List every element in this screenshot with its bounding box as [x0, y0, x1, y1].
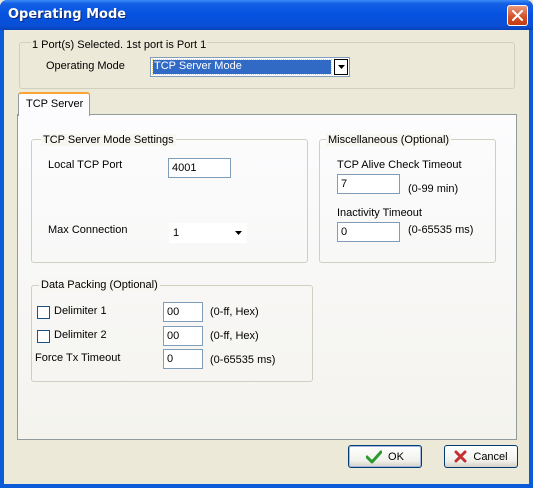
- force-tx-hint: (0-65535 ms): [210, 354, 276, 366]
- inactivity-input[interactable]: [337, 222, 400, 242]
- operating-mode-group: 1 Port(s) Selected. 1st port is Port 1 O…: [19, 39, 515, 89]
- delimiter2-hint: (0-ff, Hex): [210, 330, 259, 342]
- operating-mode-select[interactable]: TCP Server Mode: [150, 57, 350, 77]
- max-connection-value: 1: [173, 227, 180, 239]
- data-packing-title: Data Packing (Optional): [39, 279, 160, 291]
- delimiter2-input[interactable]: [163, 326, 203, 346]
- chevron-down-icon[interactable]: [231, 225, 245, 241]
- alive-check-input[interactable]: [337, 174, 400, 194]
- tcp-server-settings-group: TCP Server Mode Settings Local TCP Port …: [31, 134, 308, 263]
- delimiter1-hint: (0-ff, Hex): [210, 306, 259, 318]
- local-tcp-port-input[interactable]: [168, 158, 231, 178]
- data-packing-group: Data Packing (Optional) Delimiter 1 (0-f…: [31, 279, 313, 382]
- local-tcp-port-label: Local TCP Port: [48, 159, 123, 171]
- dialog-client-area: 1 Port(s) Selected. 1st port is Port 1 O…: [4, 30, 529, 484]
- tab-tcp-server-label: TCP Server: [26, 98, 84, 110]
- tcp-server-settings-title: TCP Server Mode Settings: [41, 134, 176, 146]
- checkmark-icon: [366, 450, 383, 463]
- delimiter2-checkbox[interactable]: [37, 330, 50, 343]
- miscellaneous-title: Miscellaneous (Optional): [326, 134, 452, 146]
- cross-icon: [454, 450, 467, 463]
- dialog-window: Operating Mode 1 Port(s) Selected. 1st p…: [0, 0, 533, 488]
- close-icon: [512, 10, 523, 21]
- force-tx-label: Force Tx Timeout: [35, 352, 121, 364]
- ok-button[interactable]: OK: [348, 445, 422, 468]
- window-title: Operating Mode: [8, 7, 127, 22]
- operating-mode-label: Operating Mode: [46, 60, 125, 72]
- close-button[interactable]: [507, 5, 528, 26]
- alive-check-hint: (0-99 min): [408, 183, 459, 195]
- alive-check-label: TCP Alive Check Timeout: [337, 159, 462, 171]
- ports-info-text: 1 Port(s) Selected. 1st port is Port 1: [31, 39, 208, 51]
- chevron-down-icon[interactable]: [334, 59, 348, 75]
- cancel-button[interactable]: Cancel: [444, 445, 518, 468]
- max-connection-label: Max Connection: [48, 224, 128, 236]
- tab-panel-tcp-server: TCP Server Mode Settings Local TCP Port …: [17, 114, 517, 440]
- inactivity-hint: (0-65535 ms): [408, 224, 474, 236]
- miscellaneous-group: Miscellaneous (Optional) TCP Alive Check…: [319, 134, 496, 263]
- delimiter1-input[interactable]: [163, 302, 203, 322]
- title-bar[interactable]: Operating Mode: [0, 0, 533, 30]
- delimiter1-checkbox[interactable]: [37, 306, 50, 319]
- delimiter2-label: Delimiter 2: [54, 329, 107, 341]
- cancel-button-label: Cancel: [473, 450, 508, 463]
- max-connection-select[interactable]: 1: [169, 223, 247, 243]
- inactivity-label: Inactivity Timeout: [337, 207, 422, 219]
- operating-mode-value: TCP Server Mode: [152, 59, 332, 75]
- force-tx-input[interactable]: [163, 349, 203, 369]
- tab-tcp-server[interactable]: TCP Server: [18, 92, 90, 116]
- ok-button-label: OK: [388, 450, 404, 463]
- delimiter1-label: Delimiter 1: [54, 305, 107, 317]
